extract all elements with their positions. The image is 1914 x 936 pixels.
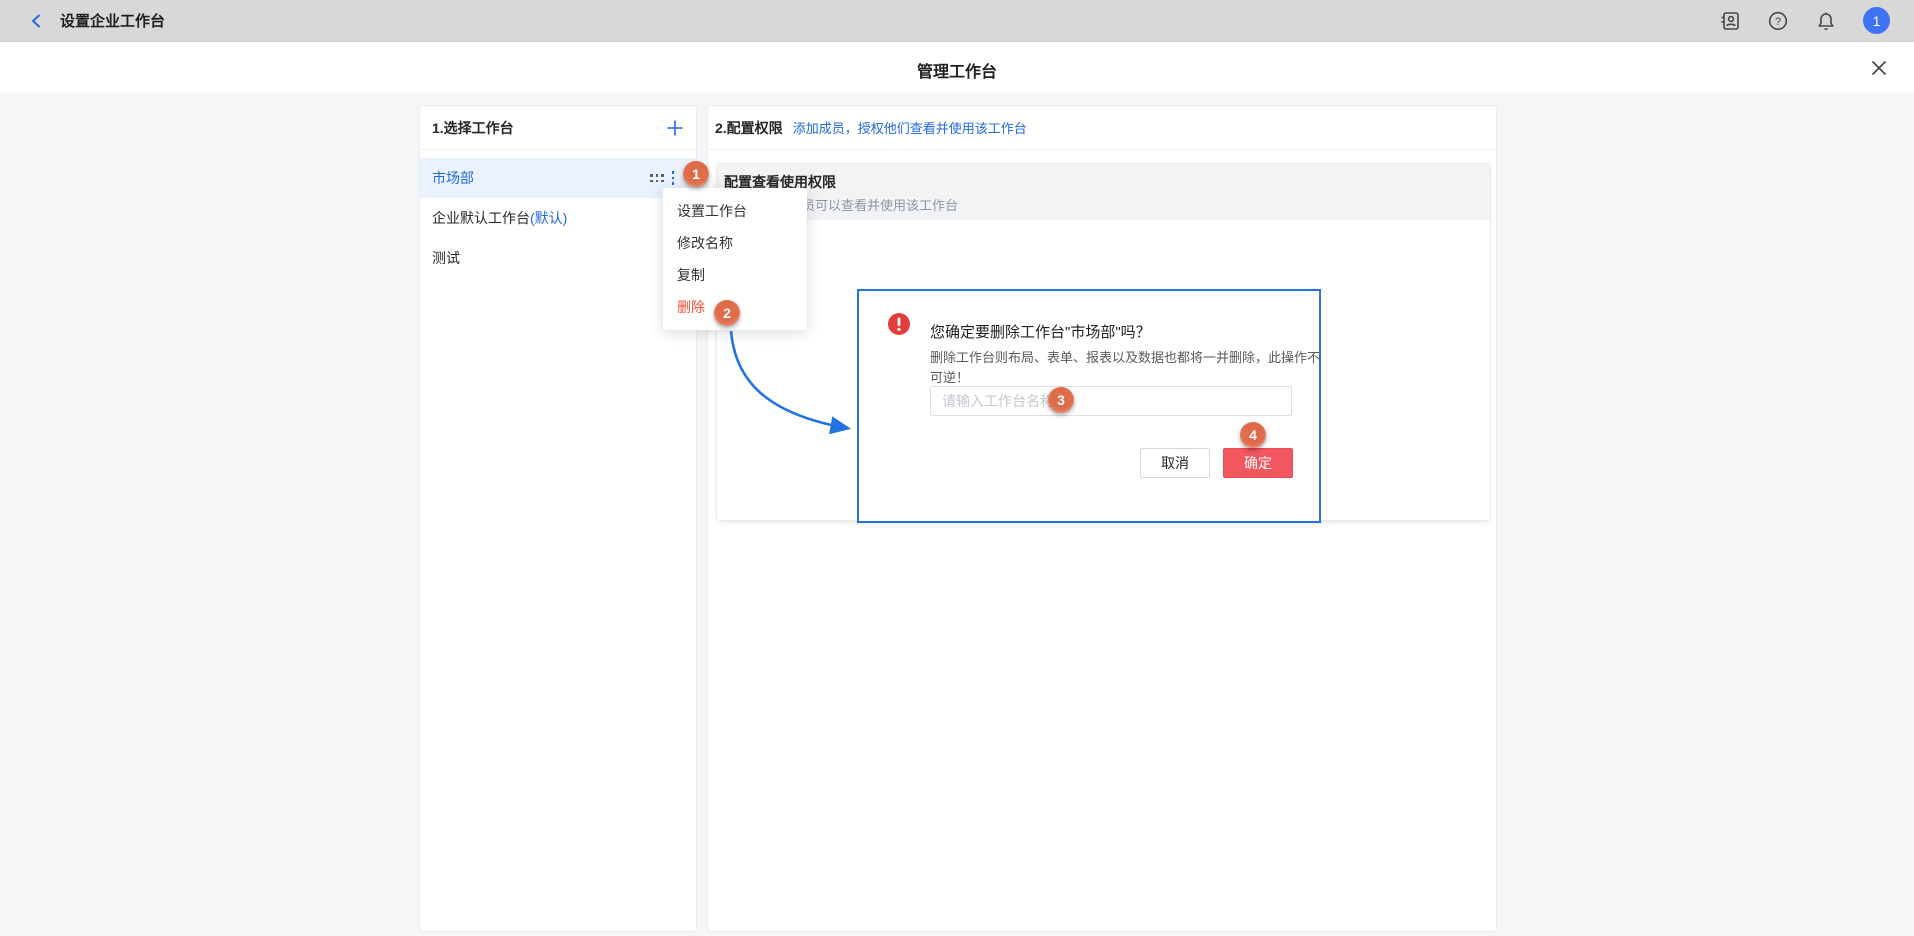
dialog-title: 您确定要删除工作台"市场部"吗？ [930, 321, 1151, 342]
workspace-panel: 1.选择工作台 市场部 企业默认工作台(默认) 测试 [419, 105, 697, 932]
close-icon[interactable] [1870, 59, 1888, 77]
contacts-icon[interactable] [1719, 10, 1741, 32]
workspace-row-default[interactable]: 企业默认工作台(默认) [420, 198, 696, 238]
permission-section-header: 配置查看使用权限 添加的成员可以查看并使用该工作台 [717, 164, 1490, 220]
permission-panel-title: 2.配置权限 [715, 118, 783, 138]
titlebar: 管理工作台 [0, 42, 1914, 93]
dialog-description: 删除工作台则布局、表单、报表以及数据也都将一并删除，此操作不可逆！ [930, 348, 1322, 388]
workspace-name-input[interactable] [930, 386, 1292, 416]
workspace-row-label: 测试 [432, 248, 460, 268]
app: 设置企业工作台 ? [0, 0, 1914, 936]
warning-icon [888, 313, 910, 340]
menu-item-set-workspace[interactable]: 设置工作台 [663, 195, 807, 227]
workspace-panel-header: 1.选择工作台 [420, 106, 696, 150]
delete-confirm-dialog: 您确定要删除工作台"市场部"吗？ 删除工作台则布局、表单、报表以及数据也都将一并… [857, 289, 1321, 523]
workspace-row-ceshi[interactable]: 测试 [420, 238, 696, 278]
confirm-button[interactable]: 确定 [1223, 448, 1293, 478]
add-member-link[interactable]: 添加成员，授权他们查看并使用该工作台 [793, 118, 1027, 137]
menu-item-rename[interactable]: 修改名称 [663, 227, 807, 259]
step-badge-4: 4 [1240, 422, 1266, 448]
workspace-panel-title: 1.选择工作台 [432, 118, 514, 138]
step-badge-3: 3 [1048, 387, 1074, 413]
menu-item-copy[interactable]: 复制 [663, 259, 807, 291]
drag-handle-icon[interactable] [650, 174, 664, 182]
bell-icon[interactable] [1815, 10, 1837, 32]
permission-panel-header: 2.配置权限 添加成员，授权他们查看并使用该工作台 [708, 106, 1496, 150]
more-menu-icon[interactable] [672, 171, 675, 185]
step-badge-1: 1 [683, 161, 709, 187]
svg-text:?: ? [1775, 16, 1781, 28]
default-tag: (默认) [530, 210, 567, 226]
back-icon[interactable] [26, 10, 48, 32]
add-workspace-button[interactable] [666, 119, 684, 137]
step-badge-2: 2 [714, 300, 740, 326]
workspace-row-label: 市场部 [432, 168, 474, 188]
avatar[interactable]: 1 [1863, 7, 1890, 34]
page-title: 管理工作台 [0, 58, 1914, 82]
workspace-row-shichangbu[interactable]: 市场部 [420, 158, 696, 198]
help-icon[interactable]: ? [1767, 10, 1789, 32]
topbar: 设置企业工作台 ? [0, 0, 1914, 42]
workspace-row-label: 企业默认工作台(默认) [432, 208, 567, 228]
cancel-button[interactable]: 取消 [1140, 448, 1210, 478]
topbar-title: 设置企业工作台 [60, 10, 165, 31]
workspace-list: 市场部 企业默认工作台(默认) 测试 [420, 150, 696, 278]
